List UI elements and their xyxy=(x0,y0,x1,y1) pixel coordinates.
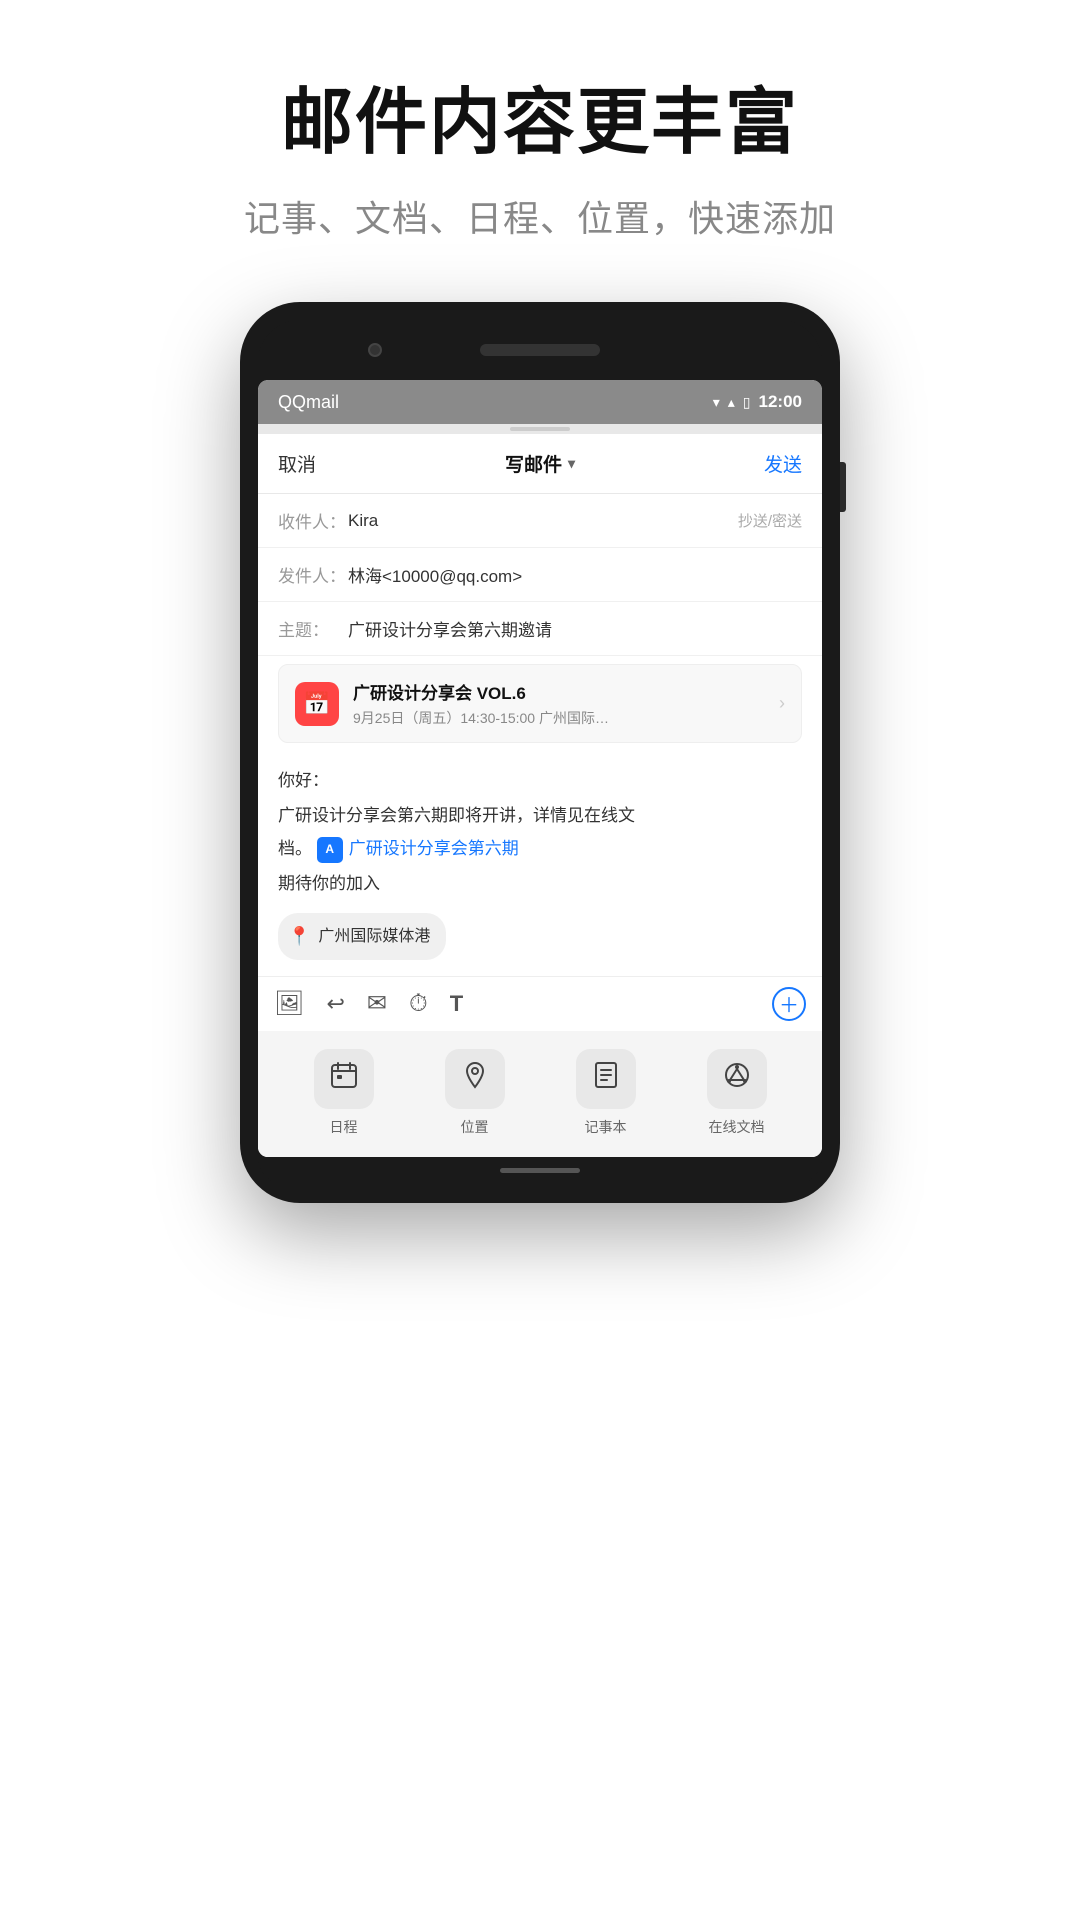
battery-icon: ▯ xyxy=(743,394,751,411)
email-compose: 取消 写邮件 ▾ 发送 收件人： Kira 抄送/密送 发件人： 林海<10 xyxy=(258,434,822,1156)
add-button[interactable]: ＋ xyxy=(772,987,806,1021)
online-doc-icon xyxy=(723,1061,751,1096)
compose-toolbar: 取消 写邮件 ▾ 发送 xyxy=(258,434,822,494)
email-icon[interactable]: ✉ xyxy=(367,989,387,1018)
cancel-button[interactable]: 取消 xyxy=(278,450,316,477)
qi-location[interactable]: 位置 xyxy=(445,1049,505,1137)
phone-camera xyxy=(368,343,382,357)
phone-speaker xyxy=(480,344,600,356)
phone-top-bezel xyxy=(258,320,822,380)
status-time: 12:00 xyxy=(759,392,802,412)
compose-title-text: 写邮件 xyxy=(505,450,562,477)
location-chip[interactable]: 📍 广州国际媒体港 xyxy=(278,913,446,960)
to-label: 收件人： xyxy=(278,508,348,533)
calendar-event-title: 广研设计分享会 VOL.6 xyxy=(353,679,779,704)
qi-online-doc-icon-wrap xyxy=(707,1049,767,1109)
calendar-chevron-icon: › xyxy=(779,693,785,714)
drag-indicator xyxy=(258,424,822,434)
calendar-event-detail: 9月25日（周五）14:30-15:00 广州国际… xyxy=(353,708,779,728)
send-button[interactable]: 发送 xyxy=(764,450,802,477)
body-greeting: 你好： xyxy=(278,767,802,796)
calendar-icon: 📅 xyxy=(303,691,330,717)
compose-title: 写邮件 ▾ xyxy=(505,450,575,477)
from-field: 发件人： 林海<10000@qq.com> xyxy=(258,548,822,602)
qi-schedule-icon-wrap xyxy=(314,1049,374,1109)
qi-location-icon-wrap xyxy=(445,1049,505,1109)
calendar-info: 广研设计分享会 VOL.6 9月25日（周五）14:30-15:00 广州国际… xyxy=(353,679,779,728)
text-icon[interactable]: T xyxy=(450,991,463,1017)
page-header: 邮件内容更丰富 记事、文档、日程、位置，快速添加 xyxy=(0,0,1080,282)
bottom-toolbar: 🖼 ↩ ✉ ⏱ T ＋ xyxy=(258,976,822,1031)
phone-bottom-bezel xyxy=(258,1157,822,1185)
phone-mockup: QQmail ▾ ▴ ▯ 12:00 取消 写邮件 xyxy=(240,302,840,1202)
clock-icon[interactable]: ⏱ xyxy=(409,990,428,1018)
qi-online-doc[interactable]: 在线文档 xyxy=(707,1049,767,1137)
phone-shell: QQmail ▾ ▴ ▯ 12:00 取消 写邮件 xyxy=(240,302,840,1202)
from-label: 发件人： xyxy=(278,562,348,587)
toolbar-icons: 🖼 ↩ ✉ ⏱ T xyxy=(274,989,463,1018)
subject-field: 主题： 广研设计分享会第六期邀请 xyxy=(258,602,822,656)
compose-title-arrow: ▾ xyxy=(568,455,575,472)
calendar-icon-wrap: 📅 xyxy=(295,682,339,726)
signal-icon: ▴ xyxy=(728,394,735,411)
subject-value[interactable]: 广研设计分享会第六期邀请 xyxy=(348,616,802,641)
to-field: 收件人： Kira 抄送/密送 xyxy=(258,494,822,548)
page-title: 邮件内容更丰富 xyxy=(0,80,1080,166)
status-right: ▾ ▴ ▯ 12:00 xyxy=(713,392,802,412)
phone-side-button xyxy=(840,462,846,512)
location-icon xyxy=(461,1061,489,1096)
image-icon[interactable]: 🖼 xyxy=(274,989,304,1018)
qi-schedule-label: 日程 xyxy=(330,1117,358,1137)
notebook-icon xyxy=(592,1061,620,1096)
qi-location-label: 位置 xyxy=(461,1117,489,1137)
body-text2: 档。 A 广研设计分享会第六期 xyxy=(278,835,802,864)
calendar-event[interactable]: 📅 广研设计分享会 VOL.6 9月25日（周五）14:30-15:00 广州国… xyxy=(278,664,802,743)
schedule-icon xyxy=(330,1061,358,1096)
phone-screen: QQmail ▾ ▴ ▯ 12:00 取消 写邮件 xyxy=(258,380,822,1156)
status-bar: QQmail ▾ ▴ ▯ 12:00 xyxy=(258,380,822,424)
qi-notebook-label: 记事本 xyxy=(585,1117,627,1137)
wifi-icon: ▾ xyxy=(713,394,720,411)
attachment-icon[interactable]: ↩ xyxy=(326,991,344,1017)
drag-bar xyxy=(510,427,570,431)
qi-schedule[interactable]: 日程 xyxy=(314,1049,374,1137)
location-name: 广州国际媒体港 xyxy=(318,923,430,950)
qi-notebook[interactable]: 记事本 xyxy=(576,1049,636,1137)
quick-insert-panel: 日程 位置 xyxy=(258,1031,822,1157)
home-indicator xyxy=(500,1168,580,1173)
to-value[interactable]: Kira xyxy=(348,511,738,531)
email-body[interactable]: 你好： 广研设计分享会第六期即将开讲，详情见在线文 档。 A 广研设计分享会第六… xyxy=(258,751,822,975)
doc-icon-letter: A xyxy=(325,839,334,859)
cc-button[interactable]: 抄送/密送 xyxy=(738,510,802,531)
doc-link[interactable]: A 广研设计分享会第六期 xyxy=(317,835,519,864)
body-text1: 广研设计分享会第六期即将开讲，详情见在线文 xyxy=(278,802,802,831)
location-pin-icon: 📍 xyxy=(288,921,310,952)
body-expect: 期待你的加入 xyxy=(278,870,802,899)
from-value[interactable]: 林海<10000@qq.com> xyxy=(348,562,802,587)
qi-online-doc-label: 在线文档 xyxy=(709,1117,765,1137)
doc-icon: A xyxy=(317,837,343,863)
status-app-name: QQmail xyxy=(278,392,339,413)
qi-notebook-icon-wrap xyxy=(576,1049,636,1109)
page-subtitle: 记事、文档、日程、位置，快速添加 xyxy=(0,190,1080,242)
doc-link-text[interactable]: 广研设计分享会第六期 xyxy=(349,835,519,864)
subject-label: 主题： xyxy=(278,616,348,641)
